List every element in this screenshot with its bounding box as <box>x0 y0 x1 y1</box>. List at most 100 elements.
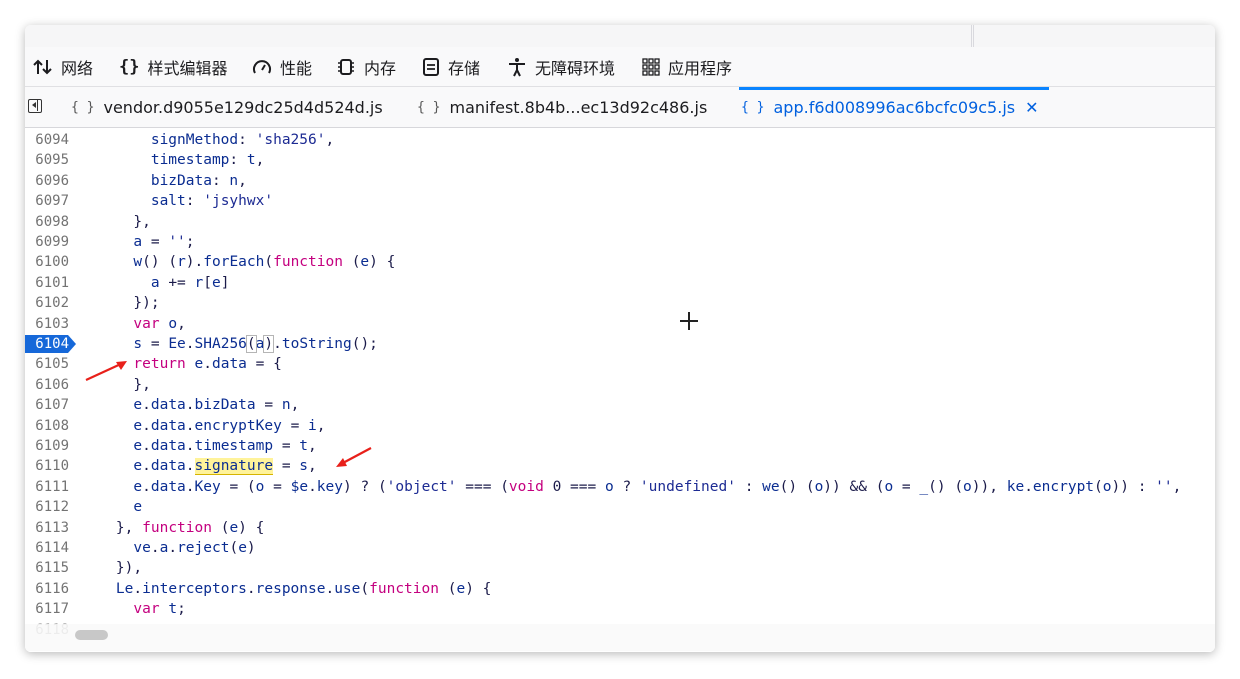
code-line[interactable]: 6104 s = Ee.SHA256(a).toString(); <box>25 334 1215 354</box>
code-text: }, function (e) { <box>115 519 265 536</box>
code-line[interactable]: 6114 ve.a.reject(e) <box>25 538 1215 558</box>
code-line[interactable]: 6097 salt: 'jsyhwx' <box>25 191 1215 211</box>
app-grid-icon <box>642 57 660 76</box>
line-number[interactable]: 6112 <box>25 497 75 517</box>
line-number[interactable]: 6104 <box>25 334 75 354</box>
line-number[interactable]: 6094 <box>25 130 75 150</box>
line-number[interactable]: 6115 <box>25 558 75 578</box>
top-strip <box>25 25 1215 48</box>
code-line[interactable]: 6094 signMethod: 'sha256', <box>25 130 1215 150</box>
code-line[interactable]: 6105 return e.data = { <box>25 354 1215 374</box>
tab-label: vendor.d9055e129dc25d4d524d.js <box>103 97 383 117</box>
code-text: }), <box>115 560 143 577</box>
horizontal-scroll-track <box>25 624 1215 651</box>
code-line[interactable]: 6106 }, <box>25 375 1215 395</box>
code-text: timestamp: t, <box>150 152 265 169</box>
code-line[interactable]: 6116 Le.interceptors.response.use(functi… <box>25 579 1215 599</box>
line-number[interactable]: 6106 <box>25 375 75 395</box>
code-line[interactable]: 6108 e.data.encryptKey = i, <box>25 416 1215 436</box>
line-number[interactable]: 6108 <box>25 416 75 436</box>
line-number[interactable]: 6102 <box>25 293 75 313</box>
code-text: var o, <box>133 315 186 332</box>
code-line[interactable]: 6095 timestamp: t, <box>25 150 1215 170</box>
line-number[interactable]: 6103 <box>25 314 75 334</box>
code-line[interactable]: 6110 e.data.signature = s, <box>25 456 1215 476</box>
code-text: e.data.bizData = n, <box>133 397 300 414</box>
line-number[interactable]: 6114 <box>25 538 75 558</box>
tab-app-js[interactable]: { } app.f6d008996ac6bcfc09c5.js ✕ <box>739 87 1049 127</box>
code-line[interactable]: 6112 e <box>25 497 1215 517</box>
code-line[interactable]: 6117 var t; <box>25 599 1215 619</box>
tool-label: 应用程序 <box>668 58 733 78</box>
tool-label: 存储 <box>448 58 481 78</box>
line-number[interactable]: 6095 <box>25 150 75 170</box>
line-number[interactable]: 6107 <box>25 395 75 415</box>
tool-application[interactable]: 应用程序 <box>642 47 732 86</box>
line-number[interactable]: 6097 <box>25 191 75 211</box>
code-line[interactable]: 6111 e.data.Key = (o = $e.key) ? ('objec… <box>25 477 1215 497</box>
code-text: salt: 'jsyhwx' <box>150 193 274 210</box>
source-tabs: { } vendor.d9055e129dc25d4d524d.js { } m… <box>25 87 1215 128</box>
code-line[interactable]: 6100 w() (r).forEach(function (e) { <box>25 252 1215 272</box>
tool-label: 网络 <box>61 58 94 78</box>
code-text: e <box>133 499 143 516</box>
devtools-toolbar: 网络 {} 样式编辑器 性能 内存 存储 无障碍环境 应用程序 <box>25 47 1215 87</box>
line-number[interactable]: 6096 <box>25 171 75 191</box>
code-line[interactable]: 6096 bizData: n, <box>25 171 1215 191</box>
code-line[interactable]: 6098 }, <box>25 212 1215 232</box>
close-icon[interactable]: ✕ <box>1025 98 1038 117</box>
line-number[interactable]: 6116 <box>25 579 75 599</box>
tool-memory[interactable]: 内存 <box>336 47 396 86</box>
tab-vendor-js[interactable]: { } vendor.d9055e129dc25d4d524d.js <box>71 87 383 127</box>
code-text: var t; <box>133 601 186 618</box>
tool-performance[interactable]: 性能 <box>252 47 312 86</box>
code-text: e.data.signature = s, <box>133 458 317 476</box>
line-number[interactable]: 6100 <box>25 252 75 272</box>
line-number[interactable]: 6101 <box>25 273 75 293</box>
strip-divider <box>971 25 972 47</box>
sidebar-toggle-icon[interactable] <box>28 99 42 113</box>
code-line[interactable]: 6103 var o, <box>25 314 1215 334</box>
code-editor[interactable]: 6094 signMethod: 'sha256', 6095 timestamp… <box>25 128 1215 652</box>
braces-icon: {} <box>119 56 140 77</box>
line-number[interactable]: 6110 <box>25 456 75 476</box>
line-number[interactable]: 6109 <box>25 436 75 456</box>
tab-manifest-js[interactable]: { } manifest.8b4b...ec13d92c486.js <box>417 87 707 127</box>
tool-label: 性能 <box>280 58 313 78</box>
line-number[interactable]: 6098 <box>25 212 75 232</box>
code-line[interactable]: 6109 e.data.timestamp = t, <box>25 436 1215 456</box>
tool-style-editor[interactable]: {} 样式编辑器 <box>119 47 228 86</box>
tab-label: app.f6d008996ac6bcfc09c5.js <box>773 97 1016 117</box>
crosshair-cursor-icon <box>680 312 698 330</box>
tool-network[interactable]: 网络 <box>33 47 93 86</box>
braces-icon: { } <box>71 99 95 115</box>
active-tab-indicator <box>739 87 1049 90</box>
code-text: }, <box>133 213 151 230</box>
code-text: a = ''; <box>133 234 195 250</box>
red-annotation-arrow <box>85 361 127 381</box>
code-text: Le.interceptors.response.use(function (e… <box>115 580 492 597</box>
memory-chip-icon <box>336 58 356 76</box>
code-line[interactable]: 6107 e.data.bizData = n, <box>25 395 1215 415</box>
code-line[interactable]: 6101 a += r[e] <box>25 273 1215 293</box>
code-line[interactable]: 6113 }, function (e) { <box>25 518 1215 538</box>
code-text: bizData: n, <box>150 172 247 189</box>
code-text: ve.a.reject(e) <box>133 540 256 556</box>
tab-label: manifest.8b4b...ec13d92c486.js <box>449 97 708 117</box>
devtools-window: 网络 {} 样式编辑器 性能 内存 存储 无障碍环境 应用程序 {} vend… <box>25 25 1215 652</box>
line-number[interactable]: 6105 <box>25 354 75 374</box>
code-line[interactable]: 6099 a = ''; <box>25 232 1215 252</box>
line-number[interactable]: 6111 <box>25 477 75 497</box>
line-number[interactable]: 6113 <box>25 518 75 538</box>
tool-accessibility[interactable]: 无障碍环境 <box>507 47 615 86</box>
code-line[interactable]: 6102 }); <box>25 293 1215 313</box>
tool-label: 样式编辑器 <box>147 58 228 78</box>
code-text: a += r[e] <box>150 274 230 291</box>
tool-storage[interactable]: 存储 <box>422 47 480 86</box>
line-number[interactable]: 6117 <box>25 599 75 619</box>
code-text: s = Ee.SHA256(a).toString(); <box>133 335 378 353</box>
code-line[interactable]: 6115 }), <box>25 558 1215 578</box>
horizontal-scrollbar-thumb[interactable] <box>75 630 108 640</box>
braces-icon: { } <box>417 99 441 115</box>
line-number[interactable]: 6099 <box>25 232 75 252</box>
